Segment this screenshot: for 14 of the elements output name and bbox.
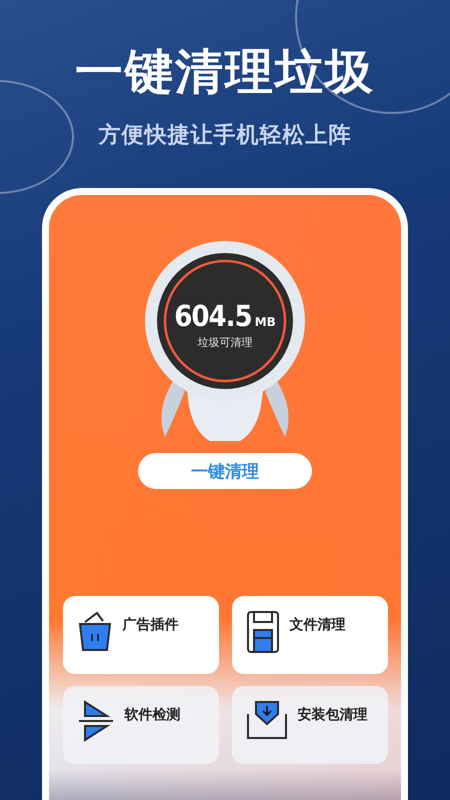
tool-label: 软件检测 — [124, 706, 180, 724]
tool-card[interactable]: 广告插件 — [62, 596, 218, 674]
junk-amount: 604.5 — [174, 299, 252, 333]
amount-caption: 垃圾可清理 — [198, 335, 252, 350]
subheadline: 方便快捷让手机轻松上阵 — [98, 122, 352, 150]
tool-card[interactable]: 安装包清理 — [232, 686, 388, 764]
tool-card[interactable]: 软件检测 — [62, 686, 218, 764]
tool-card[interactable]: 文件清理 — [232, 596, 388, 674]
tool-label: 安装包清理 — [298, 706, 368, 724]
headline: 一键清理垃圾 — [75, 44, 375, 100]
tool-label: 文件清理 — [290, 616, 346, 634]
clean-button[interactable]: 一键清理 — [138, 453, 312, 489]
amount-unit: MB — [254, 315, 276, 329]
tool-label: 广告插件 — [122, 616, 178, 634]
